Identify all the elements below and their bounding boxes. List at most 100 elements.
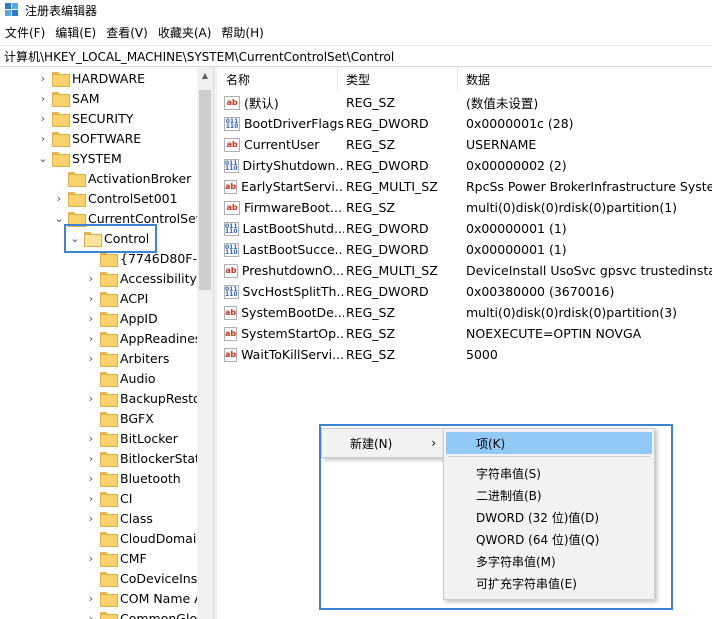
tree-item[interactable]: › ControlSet001 [52, 188, 178, 208]
folder-icon [52, 151, 70, 167]
value-row[interactable]: ab FirmwareBoot... REG_SZ multi(0)disk(0)rd… [218, 197, 712, 218]
expand-chevron-icon[interactable]: › [84, 308, 98, 328]
tree-item[interactable]: › HARDWARE [36, 68, 145, 88]
tree-item[interactable]: › Class [84, 508, 153, 528]
folder-icon [100, 331, 118, 347]
expand-chevron-icon[interactable]: › [84, 448, 98, 468]
scroll-up-arrow-icon[interactable]: ▲ [197, 67, 213, 83]
tree-item[interactable]: ⌄ SYSTEM [36, 148, 122, 168]
tree-item[interactable]: › ACPI [84, 288, 148, 308]
tree-item[interactable]: › COM Name A [84, 588, 203, 608]
tree-item-label: Class [120, 510, 153, 526]
value-row[interactable]: ab (默认) REG_SZ (数值未设置) [218, 92, 712, 113]
tree-item[interactable]: › SAM [36, 88, 100, 108]
tree-item[interactable]: › AccessibilityS [84, 268, 205, 288]
tree-item[interactable]: › CommonGlo [84, 608, 197, 619]
address-bar[interactable]: 计算机\HKEY_LOCAL_MACHINE\SYSTEM\CurrentCon… [0, 45, 712, 67]
collapse-chevron-icon[interactable]: ⌄ [36, 148, 50, 168]
value-data: 0x00000001 (1) [466, 221, 567, 236]
submenu-item-expandable-string[interactable]: 可扩充字符串值(E) [446, 572, 652, 594]
expand-chevron-icon[interactable]: › [84, 468, 98, 488]
tree-item[interactable]: ActivationBroker [52, 168, 191, 188]
expand-chevron-icon[interactable]: › [36, 88, 50, 108]
expand-chevron-icon[interactable]: › [84, 548, 98, 568]
column-data-label: 数据 [466, 72, 491, 87]
submenu-item-qword[interactable]: QWORD (64 位)值(Q) [446, 528, 652, 550]
expand-chevron-icon[interactable]: › [84, 508, 98, 528]
submenu-item-key[interactable]: 项(K) [446, 432, 652, 454]
tree-item[interactable]: BGFX [84, 408, 154, 428]
expand-chevron-icon[interactable]: › [84, 488, 98, 508]
expand-chevron-icon[interactable]: › [84, 328, 98, 348]
column-header-type[interactable]: 类型 [338, 67, 458, 91]
value-row[interactable]: ab CurrentUser REG_SZ USERNAME [218, 134, 712, 155]
value-row[interactable]: ab PreshutdownO... REG_MULTI_SZ DeviceInsta… [218, 260, 712, 281]
tree-item-label: BGFX [120, 410, 154, 426]
tree-item[interactable]: › AppReadines [84, 328, 201, 348]
tree-item-label: CoDeviceInst [120, 570, 203, 586]
string-value-icon: ab [224, 137, 240, 152]
column-header-name[interactable]: 名称 [218, 67, 338, 91]
tree-item[interactable]: › SOFTWARE [36, 128, 141, 148]
tree-item[interactable]: › SECURITY [36, 108, 133, 128]
string-value-icon: ab [224, 347, 238, 362]
value-row[interactable]: 011 110 DirtyShutdown... REG_DWORD 0x0000000… [218, 155, 712, 176]
tree-item[interactable]: › Bluetooth [84, 468, 181, 488]
expand-chevron-icon[interactable]: › [52, 188, 66, 208]
expand-chevron-icon[interactable]: › [36, 68, 50, 88]
tree-item[interactable]: › BackupRestor [84, 388, 206, 408]
expand-chevron-icon[interactable]: › [84, 268, 98, 288]
tree-item[interactable]: › Arbiters [84, 348, 169, 368]
value-data: DeviceInstall UsoSvc gpsvc trustedinstal… [466, 263, 712, 278]
tree-item[interactable]: › BitLocker [84, 428, 178, 448]
folder-icon [68, 171, 86, 187]
expand-chevron-icon[interactable]: › [84, 388, 98, 408]
submenu-item-label: 可扩充字符串值(E) [476, 576, 577, 591]
string-value-icon: ab [224, 95, 240, 110]
column-header-data[interactable]: 数据 [458, 67, 712, 91]
tree-item[interactable]: Audio [84, 368, 156, 388]
tree-item-label: SOFTWARE [72, 130, 142, 146]
tree-item[interactable]: CloudDomain [84, 528, 204, 548]
value-row[interactable]: 011 110 SvcHostSplitTh... REG_DWORD 0x003800… [218, 281, 712, 302]
value-row[interactable]: ab WaitToKillServi... REG_SZ 5000 [218, 344, 712, 365]
expand-chevron-icon[interactable]: › [84, 608, 98, 619]
tree-item[interactable]: › BitlockerStatu [84, 448, 208, 468]
value-row[interactable]: ab SystemStartOp... REG_SZ NOEXECUTE=OPTIN… [218, 323, 712, 344]
submenu-item-binary[interactable]: 二进制值(B) [446, 484, 652, 506]
tree-scrollbar-thumb[interactable] [199, 90, 211, 290]
tree-item[interactable]: CoDeviceInst [84, 568, 202, 588]
value-name: DirtyShutdown... [242, 158, 344, 173]
menu-help[interactable]: 帮助(H) [216, 24, 268, 41]
value-type: REG_SZ [346, 137, 396, 152]
value-row[interactable]: ab EarlyStartServi... REG_MULTI_SZ RpcSs Po… [218, 176, 712, 197]
value-row[interactable]: 011 110 LastBootSucce... REG_DWORD 0x0000000… [218, 239, 712, 260]
submenu-item-dword[interactable]: DWORD (32 位)值(D) [446, 506, 652, 528]
pane-splitter[interactable] [213, 67, 217, 619]
tree-item[interactable]: › CMF [84, 548, 147, 568]
expand-chevron-icon[interactable]: › [84, 588, 98, 608]
context-menu: 新建(N) › [321, 428, 445, 458]
folder-icon [68, 191, 86, 207]
expand-chevron-icon[interactable]: › [84, 288, 98, 308]
value-type: REG_DWORD [346, 284, 429, 299]
menu-edit[interactable]: 编辑(E) [50, 24, 101, 41]
expand-chevron-icon[interactable]: › [36, 108, 50, 128]
menu-favorites[interactable]: 收藏夹(A) [153, 24, 217, 41]
value-row[interactable]: 011 110 LastBootShutd... REG_DWORD 0x0000000… [218, 218, 712, 239]
tree-item[interactable]: › AppID [84, 308, 158, 328]
menu-view[interactable]: 查看(V) [101, 24, 153, 41]
submenu-item-multi-string[interactable]: 多字符串值(M) [446, 550, 652, 572]
address-path[interactable]: 计算机\HKEY_LOCAL_MACHINE\SYSTEM\CurrentCon… [4, 48, 394, 65]
context-new-item[interactable]: 新建(N) › [324, 432, 442, 454]
value-row[interactable]: 011 110 BootDriverFlags REG_DWORD 0x0000001c… [218, 113, 712, 134]
value-name: EarlyStartServi... [241, 179, 344, 194]
expand-chevron-icon[interactable]: › [84, 348, 98, 368]
expand-chevron-icon[interactable]: › [36, 128, 50, 148]
menu-file[interactable]: 文件(F) [0, 24, 50, 41]
expand-chevron-icon[interactable]: › [84, 428, 98, 448]
tree-item[interactable]: › CI [84, 488, 132, 508]
tree-item-label: CI [120, 490, 133, 506]
value-row[interactable]: ab SystemBootDe... REG_SZ multi(0)disk(0)rd… [218, 302, 712, 323]
submenu-item-string[interactable]: 字符串值(S) [446, 462, 652, 484]
